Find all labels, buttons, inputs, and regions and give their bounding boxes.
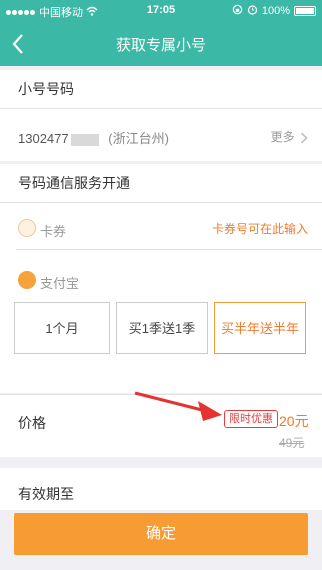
alipay-radio[interactable] [18, 271, 36, 289]
current-price: 20元 [279, 413, 309, 429]
price-label: 价格 [18, 415, 46, 431]
nav-bar: 获取专属小号 [0, 22, 322, 66]
period-option-half-year[interactable]: 买半年送半年 [214, 302, 306, 354]
more-button[interactable]: 更多 [271, 128, 308, 145]
number-section-title: 小号号码 [0, 70, 322, 108]
validity-label: 有效期至 [18, 486, 74, 502]
status-bar: 中国移动 17:05 100% [0, 0, 322, 22]
period-option-1-month[interactable]: 1个月 [14, 302, 110, 354]
alarm-icon [247, 4, 258, 18]
number-prefix: 1302477 [18, 131, 69, 146]
battery-percent: 100% [261, 5, 290, 17]
divider [16, 249, 322, 250]
orientation-lock-icon [232, 4, 243, 18]
number-area: (浙江台州) [108, 131, 169, 146]
page-title: 获取专属小号 [115, 37, 206, 54]
coupon-label: 卡券 [40, 224, 67, 239]
confirm-button[interactable]: 确定 [14, 513, 308, 555]
coupon-radio[interactable] [18, 219, 36, 237]
number-mask [70, 133, 99, 146]
chevron-right-icon [300, 132, 308, 144]
status-right: 100% [232, 4, 316, 18]
coupon-input-hint[interactable]: 卡券号可在此输入 [212, 220, 308, 237]
period-option-quarter[interactable]: 买1季送1季 [116, 302, 208, 354]
alipay-label: 支付宝 [40, 276, 80, 291]
phone-number: 1302477 (浙江台州) [18, 128, 169, 147]
more-label: 更多 [270, 130, 295, 144]
original-price: 49元 [279, 436, 305, 450]
battery-icon [294, 6, 316, 16]
promo-badge: 限时优惠 [224, 410, 278, 428]
service-section-title: 号码通信服务开通 [0, 164, 322, 202]
